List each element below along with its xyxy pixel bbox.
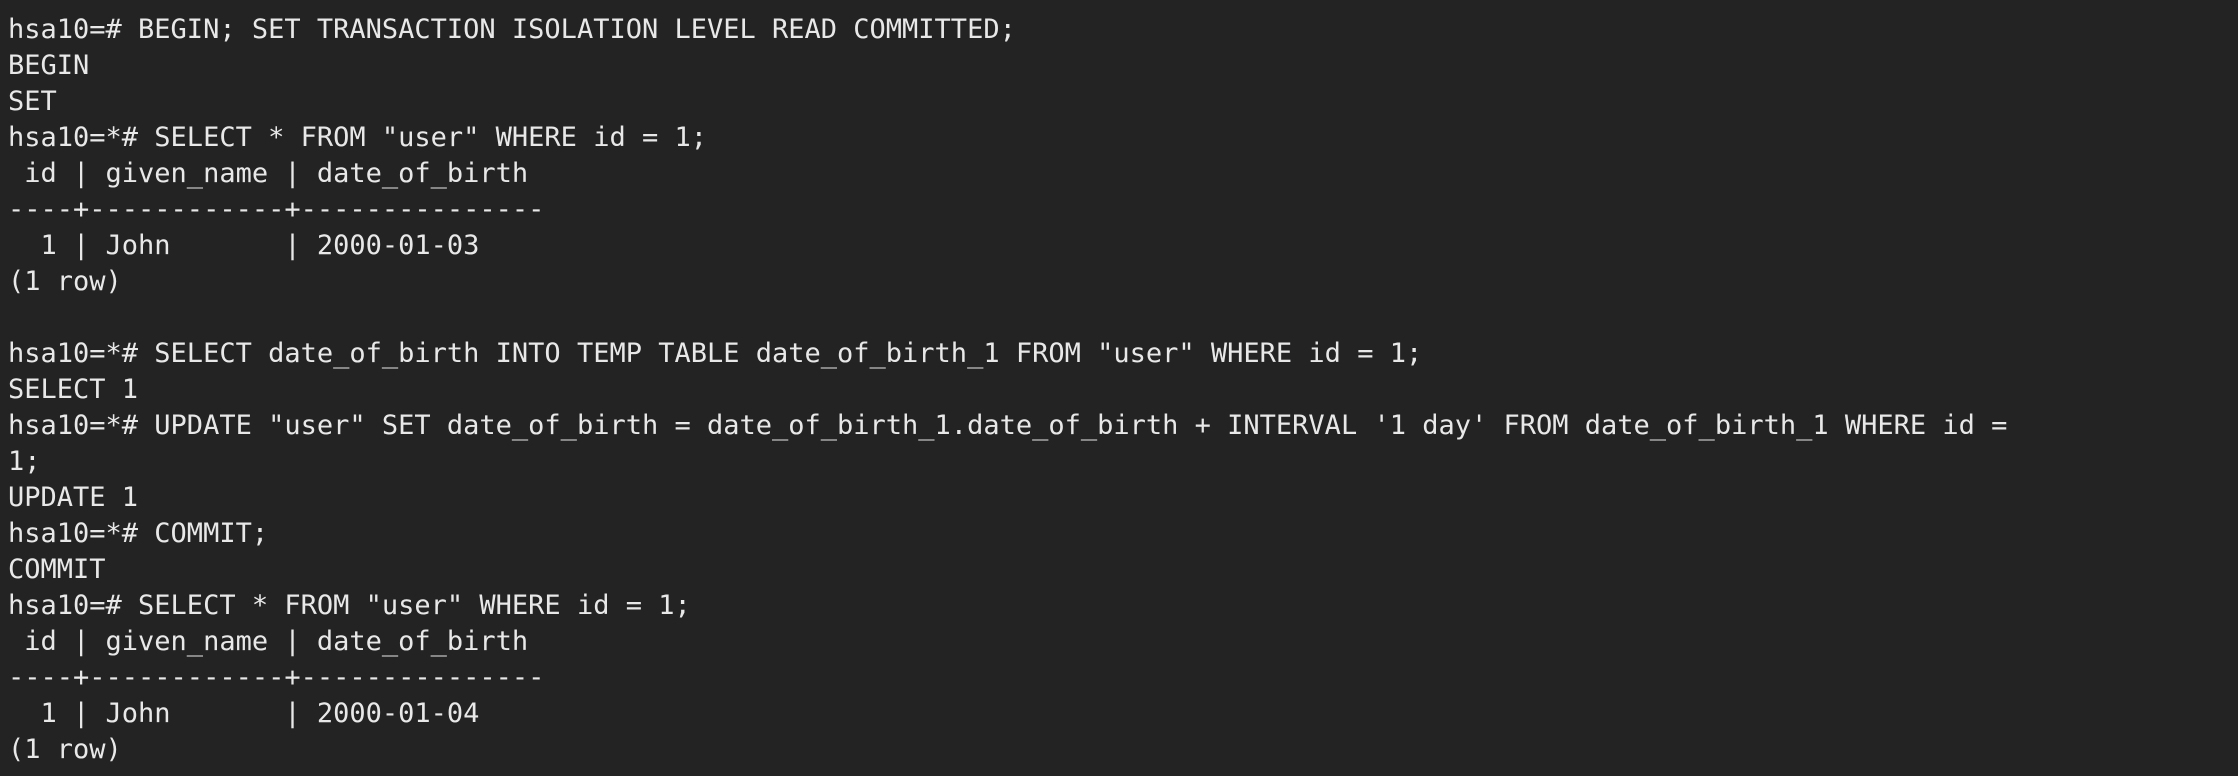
prompt-select-user: hsa10=*# SELECT * FROM "user" WHERE id =… xyxy=(8,122,707,153)
prompt-commit: hsa10=*# COMMIT; xyxy=(8,518,269,549)
prompt-select-into-temp: hsa10=*# SELECT date_of_birth INTO TEMP … xyxy=(8,338,1423,369)
output-commit: COMMIT xyxy=(8,554,106,585)
result-row: 1 | John | 2000-01-03 xyxy=(8,230,480,261)
result-header-row: id | given_name | date_of_birth xyxy=(8,158,529,189)
prompt-begin-transaction: hsa10=# BEGIN; SET TRANSACTION ISOLATION… xyxy=(8,14,1016,45)
output-set: SET xyxy=(8,86,57,117)
row-count: (1 row) xyxy=(8,734,122,765)
prompt-update-user-wrap: 1; xyxy=(8,446,41,477)
output-begin: BEGIN xyxy=(8,50,90,81)
row-count: (1 row) xyxy=(8,266,122,297)
output-update-count: UPDATE 1 xyxy=(8,482,139,513)
output-select-count: SELECT 1 xyxy=(8,374,139,405)
result-separator: ----+------------+--------------- xyxy=(8,194,545,225)
result-header-row: id | given_name | date_of_birth xyxy=(8,626,529,657)
result-row: 1 | John | 2000-01-04 xyxy=(8,698,480,729)
result-separator: ----+------------+--------------- xyxy=(8,662,545,693)
prompt-update-user: hsa10=*# UPDATE "user" SET date_of_birth… xyxy=(8,410,2008,441)
terminal-window[interactable]: hsa10=# BEGIN; SET TRANSACTION ISOLATION… xyxy=(0,0,2238,776)
prompt-select-user-again: hsa10=# SELECT * FROM "user" WHERE id = … xyxy=(8,590,691,621)
